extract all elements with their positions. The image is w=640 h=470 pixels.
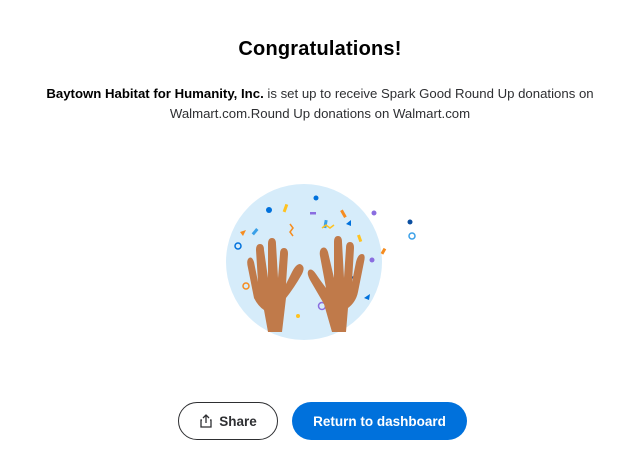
share-button[interactable]: Share <box>178 402 278 440</box>
confirmation-message: Baytown Habitat for Humanity, Inc. is se… <box>30 84 610 124</box>
share-button-label: Share <box>219 413 257 429</box>
share-icon <box>200 414 212 428</box>
organization-name: Baytown Habitat for Humanity, Inc. <box>46 86 264 101</box>
return-to-dashboard-button[interactable]: Return to dashboard <box>292 402 467 440</box>
confirmation-page: Congratulations! Baytown Habitat for Hum… <box>0 0 640 470</box>
return-button-label: Return to dashboard <box>313 413 446 429</box>
page-title: Congratulations! <box>238 38 402 60</box>
action-buttons: Share Return to dashboard <box>0 402 640 440</box>
raised-hands-confetti-icon <box>226 184 416 340</box>
